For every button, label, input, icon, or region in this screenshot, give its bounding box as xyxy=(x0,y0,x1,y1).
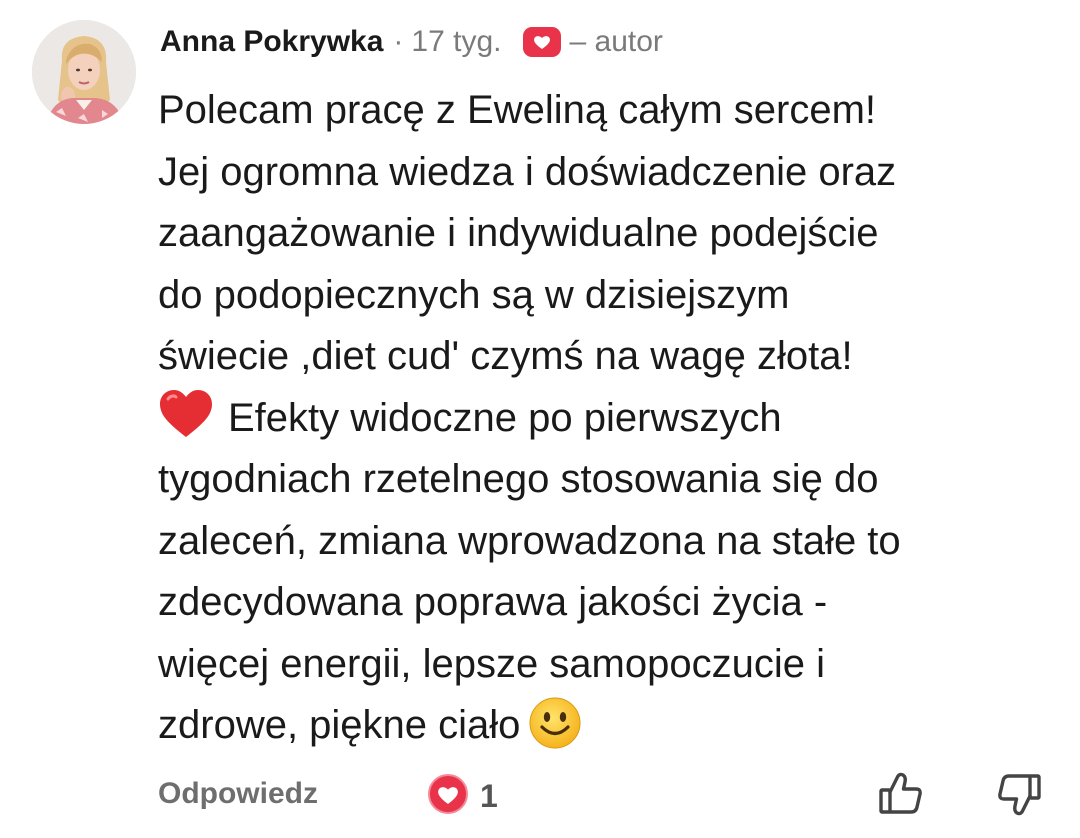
comment-text: Polecam pracę z Eweliną całym sercem! Je… xyxy=(158,80,1063,757)
author-tag: – autor xyxy=(569,25,663,58)
comment-text-part-1: Polecam pracę z Eweliną całym sercem! Je… xyxy=(158,88,897,378)
comment-text-part-2: Efekty widoczne po pierwszych tygodniach… xyxy=(158,395,901,748)
smiling-face-emoji xyxy=(528,696,582,750)
creator-heart-icon xyxy=(523,27,562,57)
comment-header: Anna Pokrywka · 17 tyg. – autor xyxy=(160,20,663,64)
avatar-image xyxy=(32,20,136,124)
separator-dot: · xyxy=(393,25,404,58)
avatar[interactable] xyxy=(32,20,136,124)
reply-button[interactable]: Odpowiedz xyxy=(158,770,318,818)
comment-card: Anna Pokrywka · 17 tyg. – autor Polecam … xyxy=(0,0,1080,838)
thumbs-down-icon[interactable] xyxy=(996,772,1042,818)
author-name[interactable]: Anna Pokrywka xyxy=(160,25,383,59)
heart-icon xyxy=(426,774,470,819)
like-count: 1 xyxy=(480,778,498,814)
red-heart-emoji xyxy=(158,389,214,439)
like-indicator[interactable]: 1 xyxy=(426,774,498,819)
comment-actions: Odpowiedz 1 xyxy=(158,770,1041,820)
timestamp[interactable]: 17 tyg. xyxy=(411,25,501,59)
thumbs-up-icon[interactable] xyxy=(878,770,924,816)
